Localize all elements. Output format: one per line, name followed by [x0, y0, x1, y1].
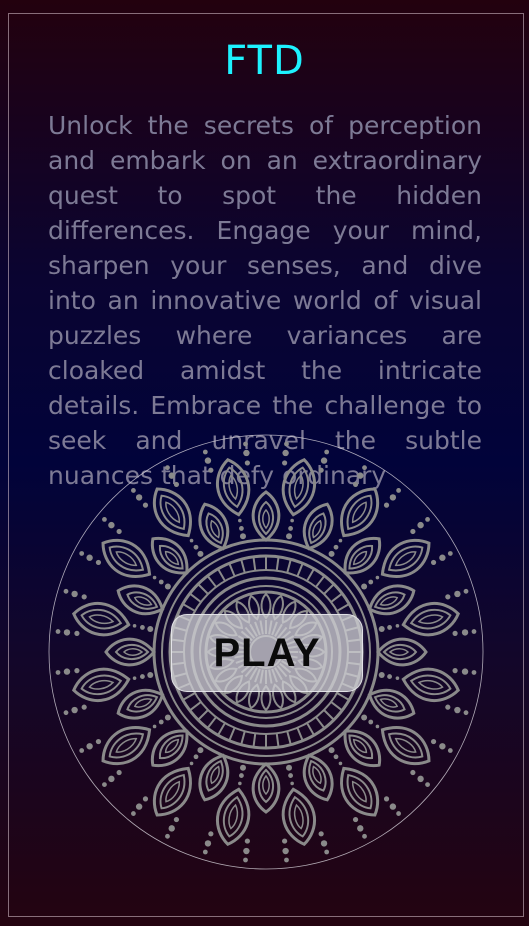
play-button-label: PLAY — [213, 630, 321, 675]
app-title: FTD — [224, 38, 305, 84]
start-screen: FTD Unlock the secrets of perception and… — [0, 0, 529, 926]
play-button[interactable]: PLAY — [171, 614, 363, 692]
